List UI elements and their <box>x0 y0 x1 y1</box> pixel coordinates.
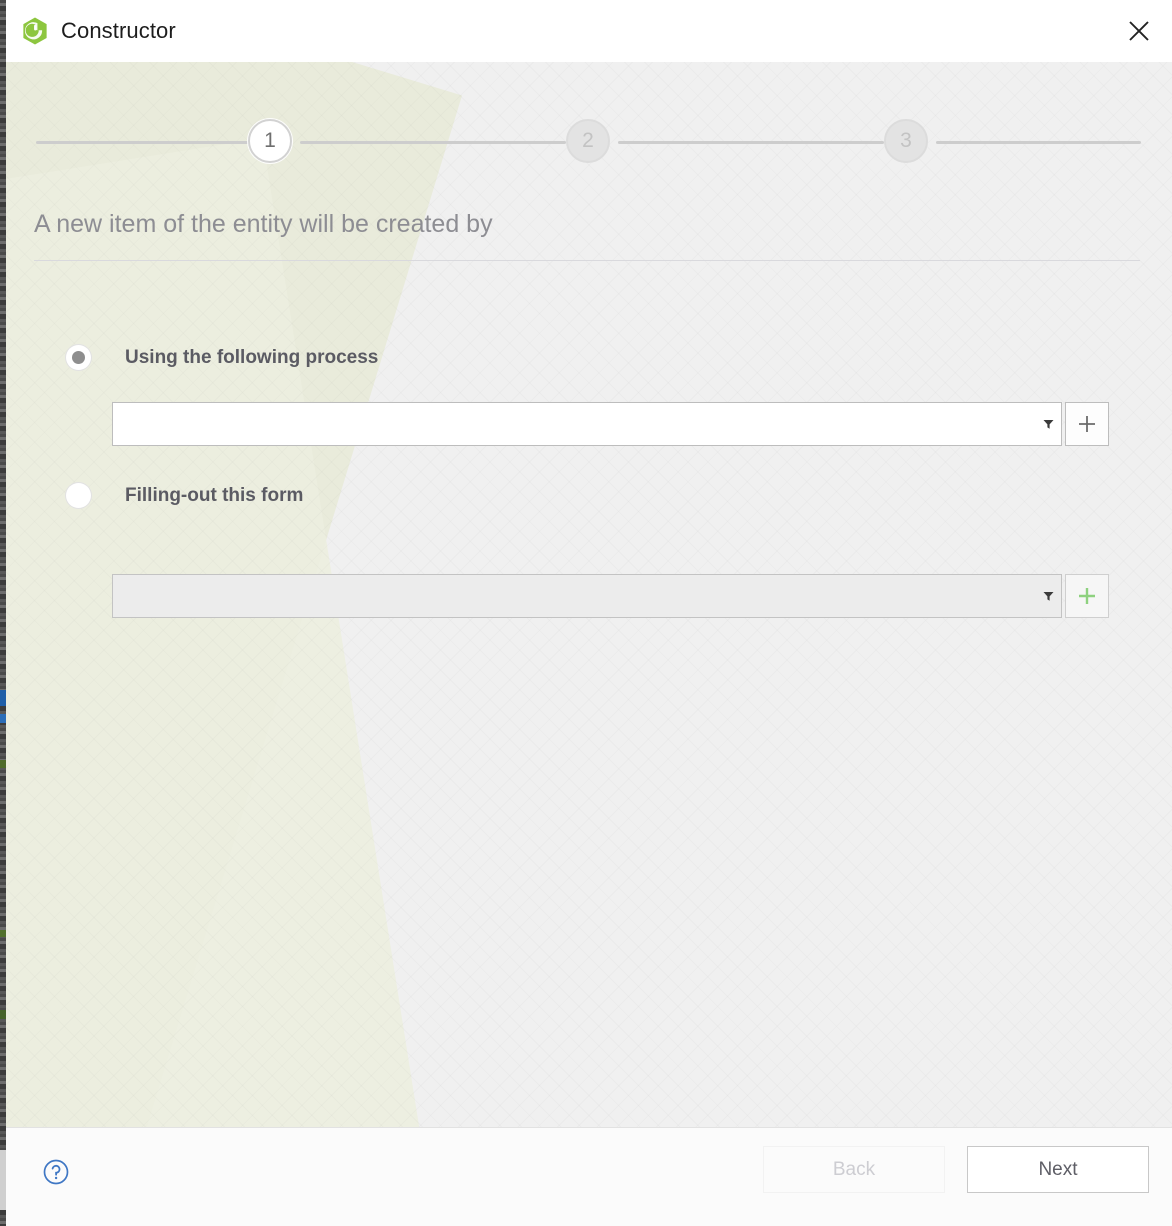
step-progress-bar: 1 2 3 <box>6 62 1172 222</box>
process-select[interactable] <box>112 402 1062 446</box>
title-bar: Constructor <box>6 0 1172 62</box>
dropdown-arrow-icon[interactable] <box>1035 403 1061 445</box>
form-select-row <box>112 574 1109 618</box>
page-title: A new item of the entity will be created… <box>34 210 493 238</box>
step-label: 2 <box>582 129 594 152</box>
radio-option-label: Filling-out this form <box>125 484 304 506</box>
step-indicator-3[interactable]: 3 <box>884 119 928 163</box>
step-indicator-1[interactable]: 1 <box>248 119 292 163</box>
constructor-dialog: Constructor 1 2 3 A new item of the enti… <box>0 0 1172 1226</box>
window-title: Constructor <box>61 18 176 43</box>
step-label: 3 <box>900 129 912 152</box>
step-indicator-2[interactable]: 2 <box>566 119 610 163</box>
radio-button-selected[interactable] <box>66 345 91 370</box>
constructor-hexagon-logo <box>23 17 47 45</box>
dialog-body: 1 2 3 A new item of the entity will be c… <box>6 62 1172 1127</box>
radio-option-filling-form[interactable]: Filling-out this form <box>66 483 303 508</box>
help-question-icon[interactable] <box>38 1154 74 1190</box>
step-connector <box>300 141 566 144</box>
close-icon[interactable] <box>1106 0 1172 62</box>
title-divider <box>34 260 1140 261</box>
radio-option-using-process[interactable]: Using the following process <box>66 345 378 370</box>
back-button[interactable]: Back <box>763 1146 945 1193</box>
radio-button-unselected[interactable] <box>66 483 91 508</box>
dropdown-arrow-icon[interactable] <box>1035 575 1061 617</box>
process-select-row <box>112 402 1109 446</box>
background-window-edge <box>0 0 6 1226</box>
step-label: 1 <box>264 129 276 152</box>
add-process-button[interactable] <box>1065 402 1109 446</box>
radio-option-label: Using the following process <box>125 346 379 368</box>
next-button[interactable]: Next <box>967 1146 1149 1193</box>
dialog-footer: Back Next <box>6 1127 1172 1226</box>
step-connector <box>936 141 1141 144</box>
step-connector <box>618 141 884 144</box>
step-connector <box>36 141 254 144</box>
form-select[interactable] <box>112 574 1062 618</box>
add-form-button[interactable] <box>1065 574 1109 618</box>
